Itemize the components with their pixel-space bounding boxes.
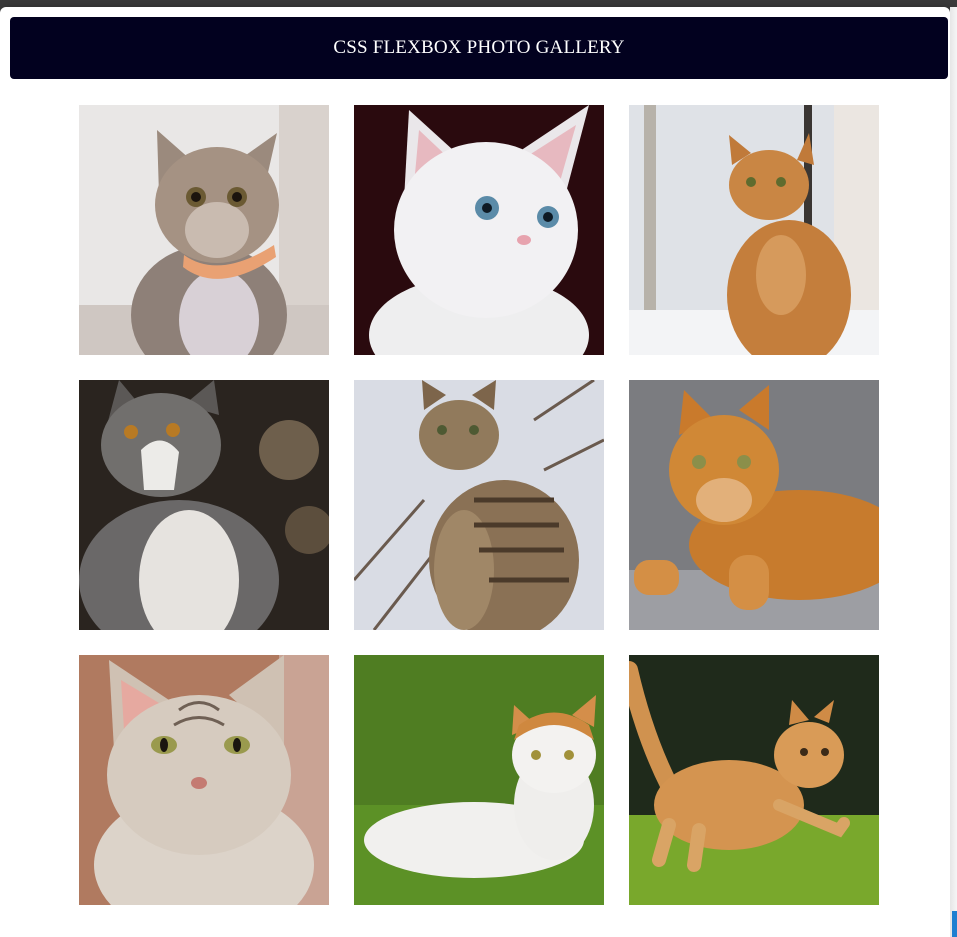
browser-window: CSS FLEXBOX PHOTO GALLERY xyxy=(0,7,950,937)
orange-kitten-running-image xyxy=(629,655,879,905)
photo-gallery xyxy=(79,105,879,905)
white-kitten-image xyxy=(354,105,604,355)
tabby-cat-with-collar-image xyxy=(79,105,329,355)
corner-accent xyxy=(952,911,957,937)
window-edge xyxy=(950,7,957,937)
gallery-photo-9[interactable] xyxy=(629,655,879,905)
page-title: CSS FLEXBOX PHOTO GALLERY xyxy=(333,37,625,58)
silver-tabby-closeup-image xyxy=(79,655,329,905)
gallery-photo-6[interactable] xyxy=(629,380,879,630)
gallery-photo-2[interactable] xyxy=(354,105,604,355)
gallery-photo-4[interactable] xyxy=(79,380,329,630)
gallery-photo-7[interactable] xyxy=(79,655,329,905)
gallery-photo-3[interactable] xyxy=(629,105,879,355)
gray-white-cat-outdoors-image xyxy=(79,380,329,630)
white-orange-cat-on-grass-image xyxy=(354,655,604,905)
gallery-photo-8[interactable] xyxy=(354,655,604,905)
gallery-photo-5[interactable] xyxy=(354,380,604,630)
gallery-photo-1[interactable] xyxy=(79,105,329,355)
orange-cat-by-window-image xyxy=(629,105,879,355)
orange-cat-lying-on-couch-image xyxy=(629,380,879,630)
gallery-header: CSS FLEXBOX PHOTO GALLERY xyxy=(10,17,948,79)
striped-tabby-cat-sitting-image xyxy=(354,380,604,630)
